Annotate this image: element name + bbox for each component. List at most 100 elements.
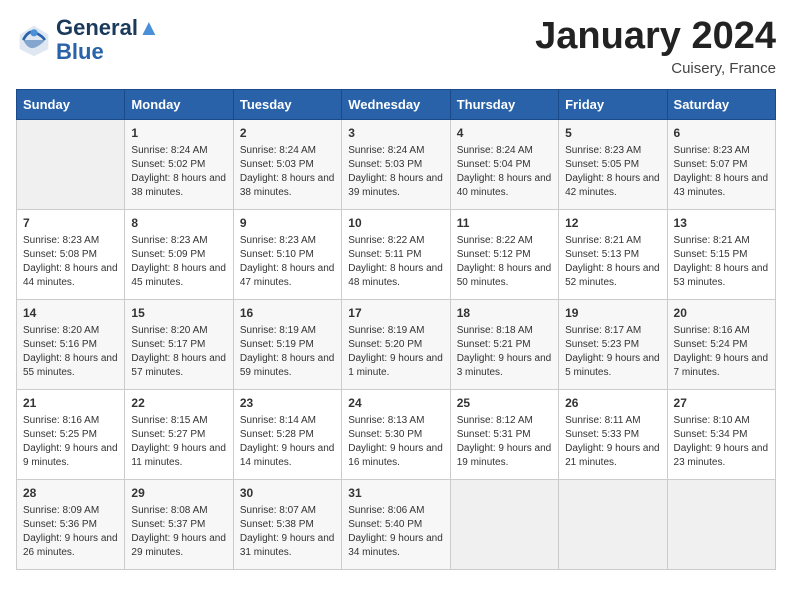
page-header: General▲ Blue January 2024 Cuisery, Fran… [16,16,776,77]
calendar-cell: 11 Sunrise: 8:22 AMSunset: 5:12 PMDayligh… [450,209,558,299]
calendar-cell: 1 Sunrise: 8:24 AMSunset: 5:02 PMDaylight… [125,119,233,209]
day-number: 1 [131,125,226,142]
day-detail: Sunrise: 8:24 AMSunset: 5:02 PMDaylight:… [131,144,226,200]
calendar-cell: 19 Sunrise: 8:17 AMSunset: 5:23 PMDayligh… [559,299,667,389]
logo-line1: General▲ [56,16,160,40]
calendar-cell: 2Sunrise: 8:24 AMSunset: 5:03 PMDaylight… [233,119,341,209]
day-number: 30 [240,485,335,502]
day-number: 12 [565,215,660,232]
header-day-thursday: Thursday [450,89,558,119]
day-number: 28 [23,485,118,502]
calendar-cell [450,479,558,569]
day-detail: Sunrise: 8:18 AMSunset: 5:21 PMDaylight:… [457,324,552,380]
day-number: 27 [674,395,769,412]
day-number: 29 [131,485,226,502]
calendar-cell: 21 Sunrise: 8:16 AMSunset: 5:25 PMDayligh… [17,389,125,479]
calendar-week-3: 14 Sunrise: 8:20 AMSunset: 5:16 PMDayligh… [17,299,776,389]
calendar-cell [17,119,125,209]
month-title: January 2024 [535,16,776,58]
day-detail: Sunrise: 8:23 AMSunset: 5:10 PMDaylight:… [240,234,335,290]
location: Cuisery, France [535,60,776,77]
day-detail: Sunrise: 8:12 AMSunset: 5:31 PMDaylight:… [457,414,552,470]
header-day-tuesday: Tuesday [233,89,341,119]
calendar-cell: 15 Sunrise: 8:20 AMSunset: 5:17 PMDayligh… [125,299,233,389]
calendar-cell: 29 Sunrise: 8:08 AMSunset: 5:37 PMDayligh… [125,479,233,569]
calendar-cell: 30 Sunrise: 8:07 AMSunset: 5:38 PMDayligh… [233,479,341,569]
calendar-cell: 4Sunrise: 8:24 AMSunset: 5:04 PMDaylight… [450,119,558,209]
logo-text-block: General▲ Blue [56,16,160,64]
day-detail: Sunrise: 8:22 AMSunset: 5:11 PMDaylight:… [348,234,443,290]
day-number: 2 [240,125,335,142]
calendar-cell: 28Sunrise: 8:09 AMSunset: 5:36 PMDayligh… [17,479,125,569]
calendar-cell: 23 Sunrise: 8:14 AMSunset: 5:28 PMDayligh… [233,389,341,479]
day-number: 26 [565,395,660,412]
calendar-cell: 3 Sunrise: 8:24 AMSunset: 5:03 PMDaylight… [342,119,450,209]
day-number: 13 [674,215,769,232]
calendar-cell: 6Sunrise: 8:23 AMSunset: 5:07 PMDaylight… [667,119,775,209]
day-detail: Sunrise: 8:20 AMSunset: 5:16 PMDaylight:… [23,324,118,380]
day-number: 3 [348,125,443,142]
calendar-cell: 7 Sunrise: 8:23 AMSunset: 5:08 PMDaylight… [17,209,125,299]
logo-line2: Blue [56,40,160,64]
day-detail: Sunrise: 8:16 AMSunset: 5:25 PMDaylight:… [23,414,118,470]
calendar-cell: 8Sunrise: 8:23 AMSunset: 5:09 PMDaylight… [125,209,233,299]
calendar-week-1: 1 Sunrise: 8:24 AMSunset: 5:02 PMDaylight… [17,119,776,209]
calendar-week-5: 28Sunrise: 8:09 AMSunset: 5:36 PMDayligh… [17,479,776,569]
header-day-friday: Friday [559,89,667,119]
calendar-cell: 9Sunrise: 8:23 AMSunset: 5:10 PMDaylight… [233,209,341,299]
calendar-body: 1 Sunrise: 8:24 AMSunset: 5:02 PMDaylight… [17,119,776,569]
day-detail: Sunrise: 8:06 AMSunset: 5:40 PMDaylight:… [348,504,443,560]
day-detail: Sunrise: 8:14 AMSunset: 5:28 PMDaylight:… [240,414,335,470]
day-detail: Sunrise: 8:23 AMSunset: 5:09 PMDaylight:… [131,234,226,290]
calendar-cell [667,479,775,569]
day-number: 11 [457,215,552,232]
calendar-cell: 14 Sunrise: 8:20 AMSunset: 5:16 PMDayligh… [17,299,125,389]
day-number: 18 [457,305,552,322]
calendar-cell: 26Sunrise: 8:11 AMSunset: 5:33 PMDayligh… [559,389,667,479]
day-number: 17 [348,305,443,322]
day-number: 25 [457,395,552,412]
calendar-cell: 16Sunrise: 8:19 AMSunset: 5:19 PMDayligh… [233,299,341,389]
calendar-cell: 5 Sunrise: 8:23 AMSunset: 5:05 PMDaylight… [559,119,667,209]
day-number: 4 [457,125,552,142]
header-day-wednesday: Wednesday [342,89,450,119]
day-detail: Sunrise: 8:23 AMSunset: 5:05 PMDaylight:… [565,144,660,200]
day-number: 15 [131,305,226,322]
day-number: 14 [23,305,118,322]
calendar-cell: 31 Sunrise: 8:06 AMSunset: 5:40 PMDayligh… [342,479,450,569]
calendar-cell: 20Sunrise: 8:16 AMSunset: 5:24 PMDayligh… [667,299,775,389]
logo-icon [16,22,52,58]
day-detail: Sunrise: 8:19 AMSunset: 5:20 PMDaylight:… [348,324,443,380]
header-day-monday: Monday [125,89,233,119]
header-day-sunday: Sunday [17,89,125,119]
day-detail: Sunrise: 8:20 AMSunset: 5:17 PMDaylight:… [131,324,226,380]
day-number: 22 [131,395,226,412]
calendar-cell [559,479,667,569]
day-number: 19 [565,305,660,322]
calendar-cell: 13Sunrise: 8:21 AMSunset: 5:15 PMDayligh… [667,209,775,299]
calendar-cell: 25 Sunrise: 8:12 AMSunset: 5:31 PMDayligh… [450,389,558,479]
day-number: 6 [674,125,769,142]
day-detail: Sunrise: 8:17 AMSunset: 5:23 PMDaylight:… [565,324,660,380]
day-detail: Sunrise: 8:13 AMSunset: 5:30 PMDaylight:… [348,414,443,470]
header-day-saturday: Saturday [667,89,775,119]
day-number: 10 [348,215,443,232]
day-detail: Sunrise: 8:08 AMSunset: 5:37 PMDaylight:… [131,504,226,560]
logo: General▲ Blue [16,16,160,64]
calendar-header-row: SundayMondayTuesdayWednesdayThursdayFrid… [17,89,776,119]
day-number: 23 [240,395,335,412]
day-number: 5 [565,125,660,142]
day-detail: Sunrise: 8:23 AMSunset: 5:08 PMDaylight:… [23,234,118,290]
day-number: 16 [240,305,335,322]
day-number: 24 [348,395,443,412]
day-detail: Sunrise: 8:22 AMSunset: 5:12 PMDaylight:… [457,234,552,290]
title-block: January 2024 Cuisery, France [535,16,776,77]
day-detail: Sunrise: 8:16 AMSunset: 5:24 PMDaylight:… [674,324,769,380]
calendar-cell: 24 Sunrise: 8:13 AMSunset: 5:30 PMDayligh… [342,389,450,479]
day-number: 21 [23,395,118,412]
calendar-cell: 27Sunrise: 8:10 AMSunset: 5:34 PMDayligh… [667,389,775,479]
day-detail: Sunrise: 8:07 AMSunset: 5:38 PMDaylight:… [240,504,335,560]
day-number: 31 [348,485,443,502]
day-number: 7 [23,215,118,232]
day-detail: Sunrise: 8:24 AMSunset: 5:03 PMDaylight:… [348,144,443,200]
